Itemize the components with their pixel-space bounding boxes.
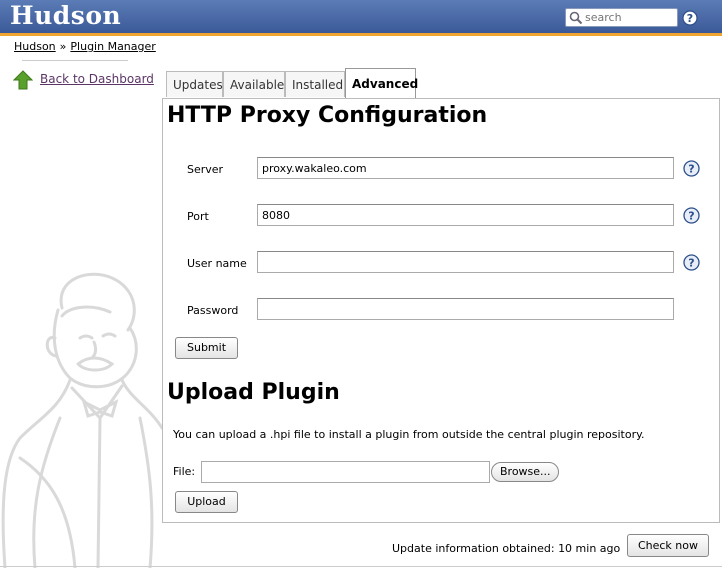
- server-label: Server: [187, 163, 224, 176]
- breadcrumb-hudson[interactable]: Hudson: [14, 40, 56, 53]
- butler-illustration: [1, 272, 164, 568]
- username-help-icon[interactable]: ?: [683, 254, 700, 274]
- search-box[interactable]: [565, 8, 678, 27]
- tab-advanced[interactable]: Advanced: [345, 68, 418, 99]
- upload-section-title: Upload Plugin: [167, 380, 340, 405]
- search-input[interactable]: [585, 11, 673, 24]
- server-field[interactable]: [257, 157, 674, 179]
- back-to-dashboard-link[interactable]: Back to Dashboard: [40, 72, 154, 86]
- top-bar-stripe: [0, 33, 722, 36]
- username-field[interactable]: [257, 251, 674, 273]
- file-label: File:: [173, 465, 196, 478]
- upload-button[interactable]: Upload: [175, 491, 238, 513]
- upload-description: You can upload a .hpi file to install a …: [173, 428, 645, 441]
- footer-divider: [0, 566, 722, 567]
- port-label: Port: [187, 210, 209, 223]
- submit-button[interactable]: Submit: [175, 337, 238, 359]
- svg-text:?: ?: [688, 257, 694, 270]
- breadcrumb: Hudson» Plugin Manager: [14, 40, 156, 53]
- up-arrow-icon[interactable]: [12, 70, 34, 93]
- help-icon[interactable]: ?: [682, 10, 698, 29]
- search-icon: [569, 11, 583, 28]
- svg-text:?: ?: [688, 163, 694, 176]
- proxy-section-title: HTTP Proxy Configuration: [167, 103, 488, 128]
- svg-text:?: ?: [688, 210, 694, 223]
- update-info-text: Update information obtained: 10 min ago: [392, 542, 621, 555]
- check-now-button[interactable]: Check now: [627, 534, 709, 557]
- server-help-icon[interactable]: ?: [683, 160, 700, 180]
- username-label: User name: [187, 257, 247, 270]
- port-help-icon[interactable]: ?: [683, 207, 700, 227]
- tab-updates[interactable]: Updates: [166, 71, 223, 97]
- svg-text:?: ?: [687, 12, 693, 25]
- port-field[interactable]: [257, 204, 674, 226]
- file-path-field[interactable]: [201, 461, 490, 483]
- password-label: Password: [187, 304, 239, 317]
- tab-available[interactable]: Available: [223, 71, 285, 97]
- breadcrumb-separator: »: [59, 40, 67, 53]
- breadcrumb-plugin-manager[interactable]: Plugin Manager: [70, 40, 155, 53]
- breadcrumb-divider: [22, 60, 128, 61]
- browse-button[interactable]: Browse...: [491, 462, 559, 482]
- password-field[interactable]: [257, 298, 674, 320]
- tab-installed[interactable]: Installed: [285, 71, 345, 97]
- hudson-logo[interactable]: Hudson: [10, 1, 121, 30]
